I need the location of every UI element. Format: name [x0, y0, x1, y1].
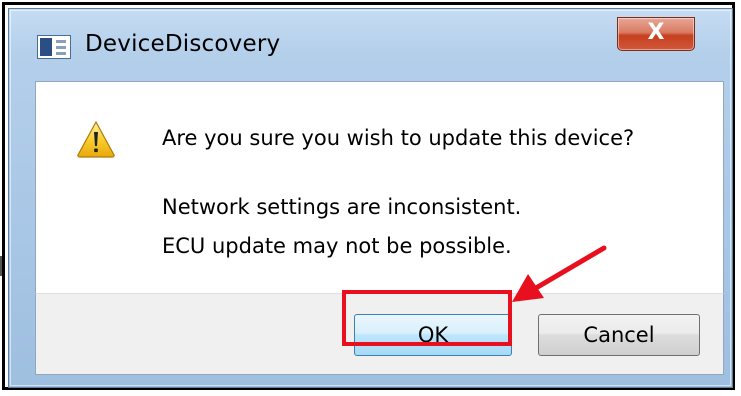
ok-button[interactable]: OK — [354, 314, 512, 356]
close-button[interactable]: X — [617, 17, 695, 51]
question-text: Are you sure you wish to update this dev… — [162, 126, 635, 150]
application-window-icon — [37, 35, 71, 59]
cancel-button[interactable]: Cancel — [538, 314, 700, 356]
dialog-window: DeviceDiscovery X Are you sure you wish … — [8, 8, 733, 388]
close-icon: X — [647, 20, 665, 45]
screenshot: DeviceDiscovery X Are you sure you wish … — [0, 0, 741, 396]
detail-line-1: Network settings are inconsistent. — [162, 195, 522, 219]
button-bar: OK Cancel — [35, 293, 724, 375]
window-title: DeviceDiscovery — [85, 31, 281, 57]
warning-icon — [77, 120, 115, 158]
dialog-content: Are you sure you wish to update this dev… — [35, 81, 724, 293]
detail-line-2: ECU update may not be possible. — [162, 234, 512, 258]
